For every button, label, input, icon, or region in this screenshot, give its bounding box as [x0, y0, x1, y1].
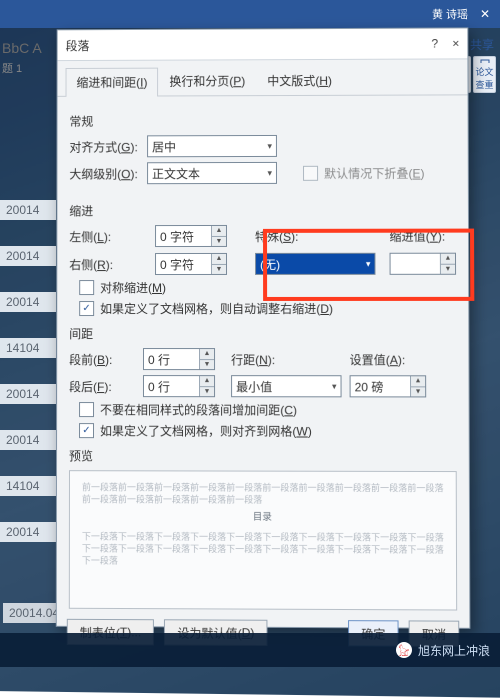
dialog-tabs: 缩进和间距(I) 换行和分页(P) 中文版式(H) — [58, 59, 468, 96]
watermark-bar: 𓃠 旭东网上冲浪 — [0, 633, 500, 667]
chevron-down-icon: ▾ — [332, 381, 337, 392]
checkbox-no-space-same-style[interactable] — [79, 402, 94, 417]
section-spacing: 间距 — [69, 325, 456, 342]
combo-outline-level[interactable]: 正文文本 ▾ — [147, 162, 277, 184]
app-titlebar: 黄 诗瑶 ✕ — [0, 0, 500, 28]
tab-line-page-breaks[interactable]: 换行和分页(P) — [158, 66, 256, 95]
spin-indent-left[interactable]: 0 字符 ▲▼ — [155, 225, 227, 247]
label-indent-special: 特殊(S): — [255, 227, 375, 244]
label-indent-left: 左侧(L): — [69, 228, 141, 245]
label-snap-to-grid: 如果定义了文档网格，则对齐到网格(W) — [100, 422, 312, 439]
spin-buttons[interactable]: ▲▼ — [440, 254, 455, 274]
chevron-down-icon: ▾ — [267, 167, 272, 178]
section-indent: 缩进 — [69, 202, 456, 220]
spin-buttons[interactable]: ▲▼ — [211, 254, 226, 274]
checkbox-auto-right-indent[interactable] — [79, 301, 94, 316]
label-space-before: 段前(B): — [69, 351, 135, 368]
label-auto-right-indent: 如果定义了文档网格，则自动调整右缩进(D) — [100, 300, 333, 317]
watermark-text: 旭东网上冲浪 — [418, 642, 490, 659]
dialog-title: 段落 — [66, 37, 90, 54]
spin-buttons[interactable]: ▲▼ — [199, 349, 214, 369]
spin-space-after[interactable]: 0 行 ▲▼ — [143, 375, 215, 397]
checkbox-snap-to-grid[interactable] — [79, 423, 94, 438]
label-line-at: 设置值(A): — [350, 351, 441, 368]
window-close-icon[interactable]: ✕ — [478, 7, 492, 21]
label-collapse-default: 默认情况下折叠(E) — [324, 164, 425, 181]
preview-prev-text: 前一段落前一段落前一段落前一段落前一段落前一段落前一段落前一段落前一段落前一段落… — [82, 481, 444, 506]
preview-current-text: 目录 — [82, 512, 444, 526]
label-space-after: 段后(F): — [69, 378, 135, 395]
label-no-space-same-style: 不要在相同样式的段落间增加间距(C) — [100, 401, 297, 418]
combo-line-spacing[interactable]: 最小值 ▾ — [231, 375, 341, 397]
label-indent-by: 缩进值(Y): — [389, 227, 470, 244]
label-outline-level: 大纲级别(O): — [69, 165, 141, 182]
preview-next-text: 下一段落下一段落下一段落下一段落下一段落下一段落下一段落下一段落下一段落下一段落… — [82, 531, 444, 569]
label-line-spacing: 行距(N): — [231, 351, 341, 368]
tab-asian-typography[interactable]: 中文版式(H) — [256, 66, 343, 95]
combo-indent-special[interactable]: (无) ▾ — [255, 253, 375, 275]
paragraph-dialog: 段落 ? × 缩进和间距(I) 换行和分页(P) 中文版式(H) 常规 对齐方式… — [56, 27, 471, 628]
dialog-help-button[interactable]: ? — [431, 37, 438, 51]
checkbox-mirror-indent[interactable] — [79, 280, 94, 295]
combo-alignment[interactable]: 居中 ▾ — [147, 135, 277, 157]
dialog-close-button[interactable]: × — [452, 36, 459, 50]
titlebar-user: 黄 诗瑶 — [432, 6, 468, 22]
background-fragment: BbC A 题 1 — [2, 40, 42, 76]
spin-indent-right[interactable]: 0 字符 ▲▼ — [155, 253, 227, 275]
document-check-icon — [479, 59, 491, 63]
chevron-down-icon: ▾ — [267, 140, 272, 151]
spin-line-at[interactable]: 20 磅 ▲▼ — [350, 375, 427, 397]
tab-indent-spacing[interactable]: 缩进和间距(I) — [66, 68, 159, 97]
label-indent-right: 右侧(R): — [69, 256, 141, 273]
spin-buttons[interactable]: ▲▼ — [211, 226, 226, 246]
chevron-down-icon: ▾ — [366, 258, 371, 269]
label-mirror-indent: 对称缩进(M) — [100, 279, 166, 296]
preview-box: 前一段落前一段落前一段落前一段落前一段落前一段落前一段落前一段落前一段落前一段落… — [69, 470, 457, 610]
checkbox-collapse-default[interactable] — [303, 165, 318, 180]
label-alignment: 对齐方式(G): — [69, 138, 141, 155]
background-numbers: 20014 20014 20014 14104 20014 20014 1410… — [0, 200, 56, 542]
tool-thesis-check[interactable]: 论文 查重 — [473, 56, 496, 93]
spin-space-before[interactable]: 0 行 ▲▼ — [143, 348, 215, 370]
spin-buttons[interactable]: ▲▼ — [199, 376, 214, 396]
section-preview: 预览 — [69, 447, 457, 465]
section-general: 常规 — [69, 111, 455, 129]
paw-icon: 𓃠 — [396, 642, 412, 658]
spin-indent-by[interactable]: ▲▼ — [390, 253, 457, 275]
dialog-titlebar: 段落 ? × — [58, 28, 468, 61]
spin-buttons[interactable]: ▲▼ — [410, 376, 425, 396]
